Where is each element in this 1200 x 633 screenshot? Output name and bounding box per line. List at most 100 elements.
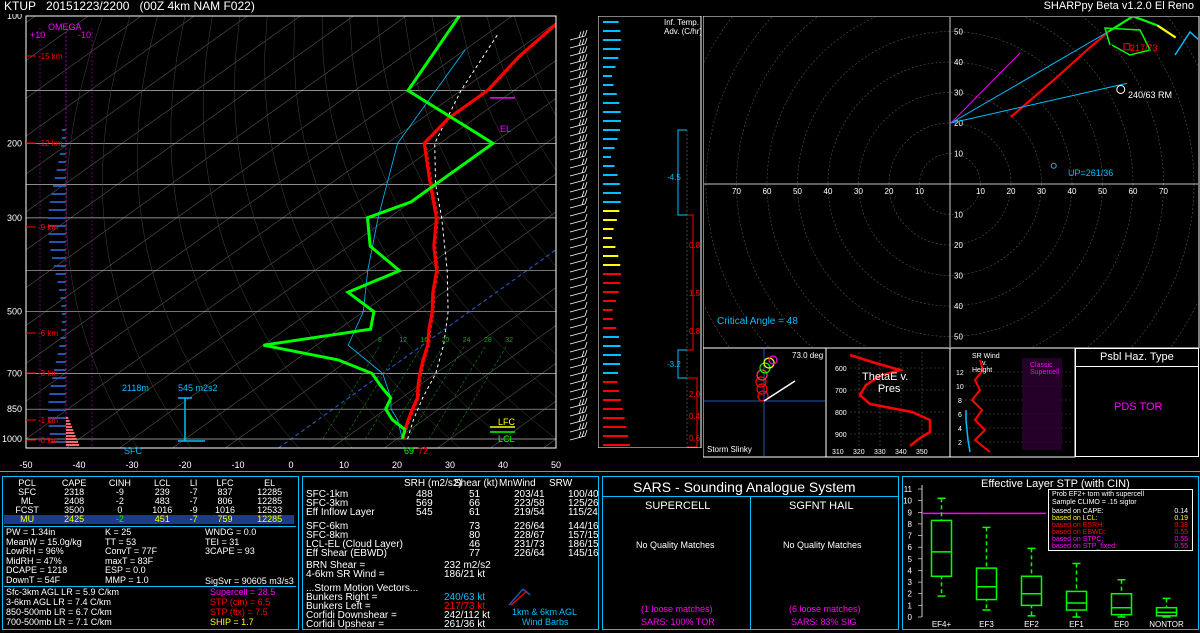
sars-title: SARS - Sounding Analogue System [633,479,856,495]
wind-barb-flag [581,142,585,149]
dry-adiabat [376,16,556,355]
hazard-panel: Psbl Haz. Type PDS TOR [1075,348,1199,457]
kinematic-cell: 115/24 [568,507,598,518]
slinky-title: Storm Slinky [707,445,752,454]
adv-title-line1: Inf. Temp. [664,18,699,27]
srwind-y-5: 4 [958,426,962,433]
wind-barb [569,147,586,153]
dewpoint-trace [263,16,496,440]
wind-barb-flag [584,341,588,349]
thetae-title-line2: Pres [877,383,901,395]
dry-adiabat [202,16,353,448]
temp-label: -10 [231,460,244,470]
wind-barb-flag [578,79,582,86]
storm-vector-value: 261/36 kt [444,619,486,630]
hodo-lm-label: 217/73 [1130,43,1158,53]
sfc-temp-label: 69 [404,446,415,456]
adv-value-7: 0.4 [689,412,701,421]
stp-info-value: 0.38 [1174,522,1188,529]
wind-barb-flag [584,29,588,37]
stp-info-value: 0.19 [1174,515,1188,522]
stp-info-label: based on EBWD: [1052,529,1106,536]
wind-barb-flag [578,423,582,430]
stp-y-label: 6 [908,543,913,552]
wind-barb-flag [578,431,582,438]
hodo-axis-label: 10 [976,187,985,196]
hodograph-frame [703,16,1200,349]
wind-barb-flag [581,414,585,421]
height-label: -15 km [38,52,63,61]
temp-label: 0 [288,460,293,470]
parcel-row[interactable]: ML 2408 -2 483 -7 806 12285 [4,497,294,506]
wind-barb-flag [581,30,585,37]
rm-marker [1116,84,1126,94]
wind-barb-flag [578,399,582,406]
temp-label: 40 [498,460,508,470]
temp-label: -40 [72,460,85,470]
wind-barb-flag [581,358,585,365]
stp-info-value: 0.14 [1174,508,1188,515]
wind-barb-flag [584,293,588,301]
station-id: KTUP [4,0,37,13]
wind-barb-flag [578,87,582,94]
kinematic-cell: 545 [416,507,433,518]
wind-barb-flag [584,181,588,189]
parcel-row[interactable]: FCST 3500 0 1016 -9 1016 12533 [4,506,294,515]
wind-barb-flag [581,158,585,165]
thetae-y-3: 800 [835,410,847,417]
lapse-rates-item: 3-6km AGL LR = 7.4 C/km [6,597,111,607]
wind-barb [569,371,586,377]
skewt-panel[interactable]: 8 12 16 20 24 28 32 -15 km -12 km -9 km -6 km -3 km… [0,14,600,476]
hodo-axis-label: 30 [1037,187,1046,196]
hodograph-panel[interactable]: 70 60 50 40 30 20 10 10 20 30 40 50 60 70101020203030… [703,16,1200,349]
wind-barb [569,67,586,73]
stp-info-row: based on STPC: 0.55 [1052,536,1190,543]
parcel-row[interactable]: MU 2425 -2 451 -7 759 12285 [4,515,294,524]
srwind-trace-low [965,410,971,453]
parcel-cell: 759 [217,514,233,524]
parcel-cell: MU [20,514,35,524]
hodo-upper-blue [1174,30,1198,56]
thetae-x-1: 310 [832,449,844,456]
el-label: EL [500,124,512,134]
hodo-axis-label: 40 [1068,187,1077,196]
wind-barb-flag [578,47,582,54]
sars-sc-loose: (1 loose matches) [641,604,713,614]
wind-barb-flag [581,38,585,45]
hazard-divider [1076,366,1198,367]
eff-depth-label: 2118m [122,383,149,393]
wind-barb-flag [581,62,585,69]
parcel-row[interactable]: SFC 2318 -9 239 -7 837 12285 [4,488,294,497]
hodo-ring-outer [704,17,1198,347]
wind-barb-flag [581,126,585,133]
thetae-x-2: 320 [853,449,865,456]
stp-box [1110,592,1133,616]
srwind-y-3: 8 [958,398,962,405]
hodo-up-label: UP=261/36 [1068,168,1114,178]
adv-value-6: 2.0 [689,390,701,399]
indices-c1-item: DownT = 54F [6,574,61,585]
wind-barb-flag [581,374,585,381]
indices-c3-item [205,566,256,575]
wind-barb [569,139,586,145]
parcel-cell: 2425 [64,514,85,524]
adv-value-1: -4.5 [667,173,681,182]
wind-barb [569,331,586,337]
hodo-axis-label: 10 [915,187,924,196]
stp-category-label: EF3 [979,620,994,629]
srwind-title-line1: SR Wind [972,353,1000,360]
wind-barb-flag [584,421,588,429]
kinematic-extra-label: 4-6km SR Wind = [306,569,385,580]
sfc-label: SFC [124,446,142,456]
wind-barb-flag [584,389,588,397]
hodo-ring-label: 10 [954,150,963,159]
temp-label: -50 [19,460,32,470]
height-label: -12 km [38,139,63,148]
parcel-cell: 12285 [257,514,283,524]
wind-barb [569,51,586,57]
wind-barb-flag [584,397,588,405]
hodo-0-3km [1010,30,1110,118]
wind-barb-flag [581,134,585,141]
wind-barb-flag [584,197,588,205]
hodo-ring-label: 10 [954,211,963,220]
